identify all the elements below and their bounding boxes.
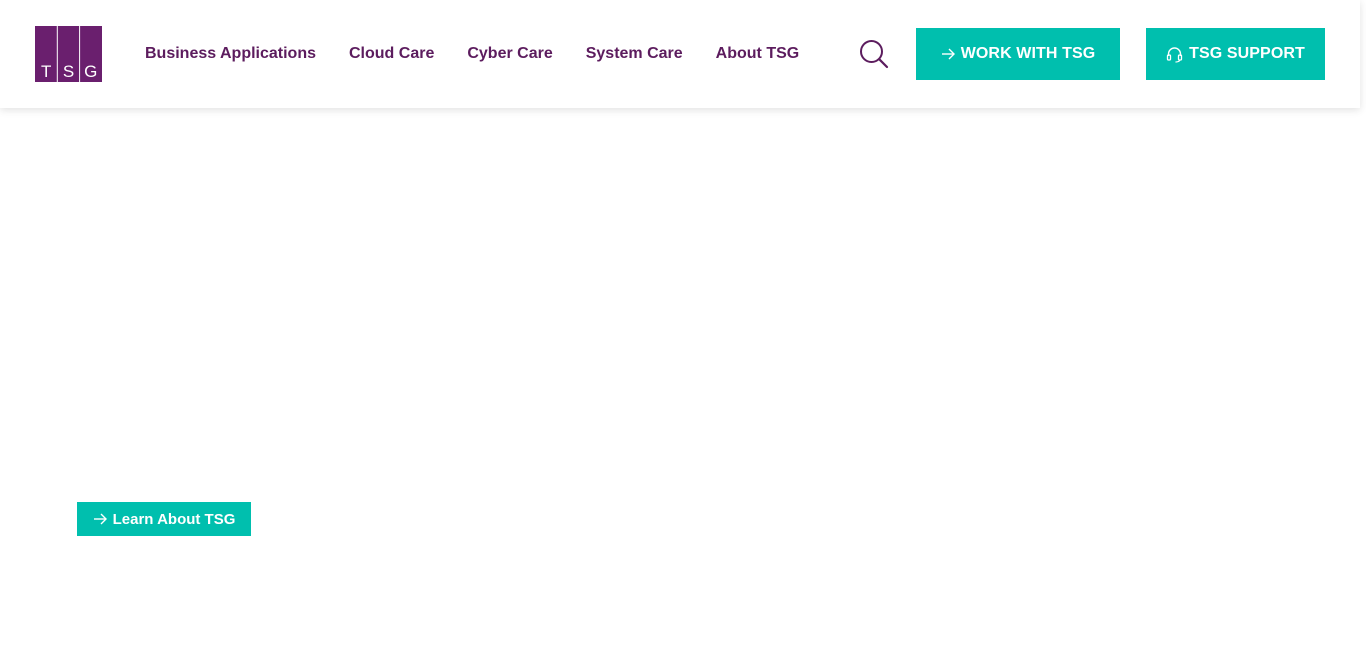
logo-letter-s: S [63,62,74,81]
logo-mark: T S G [35,26,102,82]
tsg-support-button[interactable]: TSG SUPPORT [1146,28,1325,80]
learn-about-tsg-button[interactable]: Learn About TSG [77,502,251,536]
arrow-right-icon [93,513,107,525]
main-nav: Business Applications Cloud Care Cyber C… [145,0,832,108]
work-with-tsg-button[interactable]: WORK WITH TSG [916,28,1120,80]
arrow-right-icon [941,48,955,60]
nav-system-care[interactable]: System Care [586,45,683,63]
hero-section: Learn About TSG [0,108,1366,651]
nav-cloud-care[interactable]: Cloud Care [349,45,434,63]
tsg-logo[interactable]: T S G [35,26,102,82]
logo-letter-g: G [84,62,97,81]
nav-about-tsg[interactable]: About TSG [716,45,800,63]
headset-icon [1166,46,1183,63]
search-button[interactable] [858,38,890,70]
search-icon [860,40,889,69]
nav-cyber-care[interactable]: Cyber Care [467,45,552,63]
page: T S G Business Applications Cloud Care C… [0,0,1366,651]
logo-letter-t: T [41,62,51,81]
nav-business-applications[interactable]: Business Applications [145,45,316,63]
tsg-support-label: TSG SUPPORT [1189,45,1305,62]
site-header: T S G Business Applications Cloud Care C… [0,0,1360,108]
work-with-tsg-label: WORK WITH TSG [960,45,1096,62]
learn-about-tsg-label: Learn About TSG [112,510,236,528]
